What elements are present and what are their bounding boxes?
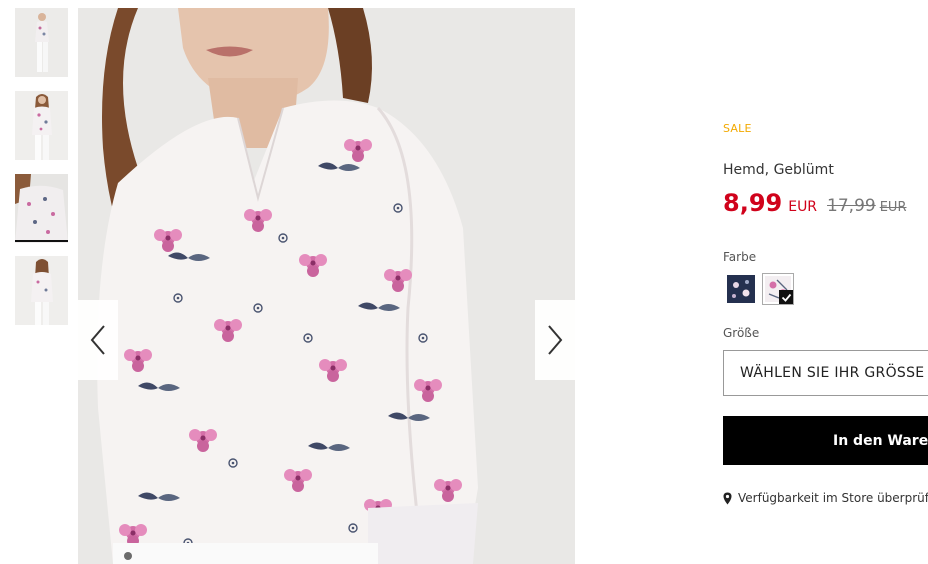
color-swatch-navy[interactable] bbox=[727, 275, 755, 303]
product-name: Hemd, Geblümt bbox=[723, 162, 834, 178]
store-availability-link[interactable]: Verfügbarkeit im Store überprüfen bbox=[723, 491, 928, 505]
product-photo bbox=[78, 8, 575, 564]
price-row: 8,99 EUR 17,99 EUR bbox=[723, 189, 906, 217]
thumbnail-2-image bbox=[15, 91, 68, 160]
color-label: Farbe bbox=[723, 250, 757, 264]
thumbnail-2[interactable] bbox=[15, 91, 68, 160]
thumbnail-1[interactable] bbox=[15, 8, 68, 77]
chevron-right-icon bbox=[548, 325, 563, 355]
size-label: Größe bbox=[723, 326, 760, 340]
previous-image-button[interactable] bbox=[78, 300, 118, 380]
color-swatch-white-selected[interactable] bbox=[762, 273, 794, 305]
add-to-cart-button[interactable]: In den Warenkorb bbox=[723, 416, 928, 465]
product-info-panel: SALE Hemd, Geblümt 8,99 EUR 17,99 EUR Farbe… bbox=[723, 0, 928, 564]
add-to-cart-label: In den Warenkorb bbox=[833, 432, 928, 449]
thumbnail-4[interactable] bbox=[15, 256, 68, 325]
thumbnail-3-image bbox=[15, 174, 68, 243]
current-price-currency: EUR bbox=[788, 199, 818, 215]
selected-check-icon bbox=[779, 290, 793, 304]
location-pin-icon bbox=[723, 492, 732, 504]
thumbnail-4-image bbox=[15, 256, 68, 325]
active-thumbnail-indicator bbox=[15, 240, 68, 242]
chevron-left-icon bbox=[90, 325, 105, 355]
old-price-currency: EUR bbox=[879, 200, 907, 215]
next-image-button[interactable] bbox=[535, 300, 575, 380]
store-availability-label: Verfügbarkeit im Store überprüfen bbox=[738, 491, 928, 505]
sale-badge: SALE bbox=[723, 122, 752, 135]
current-price: 8,99 bbox=[723, 189, 783, 217]
navy-floral-swatch-icon bbox=[727, 275, 755, 303]
size-select[interactable]: WÄHLEN SIE IHR GRÖSSE bbox=[723, 350, 928, 396]
thumbnail-1-image bbox=[15, 8, 68, 77]
old-price: 17,99 bbox=[827, 196, 876, 216]
thumbnail-3[interactable] bbox=[15, 174, 68, 243]
main-product-image bbox=[78, 8, 575, 564]
